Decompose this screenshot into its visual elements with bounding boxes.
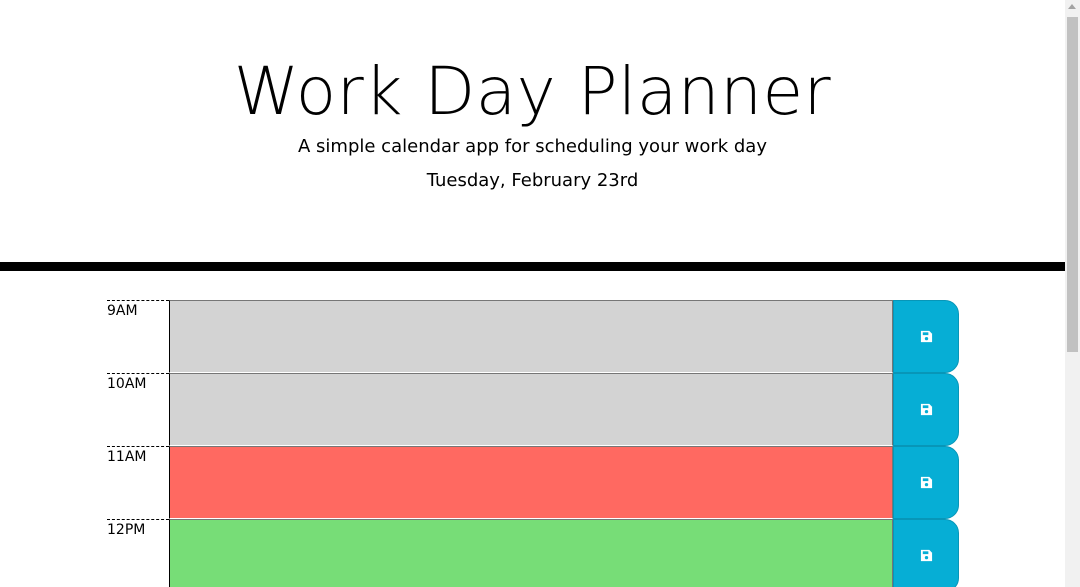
time-block-list: 9AM 10AM 11AM 12PM <box>107 300 959 587</box>
time-block-12pm: 12PM <box>107 519 959 587</box>
vertical-scrollbar[interactable] <box>1065 0 1080 587</box>
current-day: Tuesday, February 23rd <box>426 170 639 191</box>
hour-label: 12PM <box>107 519 169 587</box>
save-button[interactable] <box>893 446 959 519</box>
header: Work Day Planner A simple calendar app f… <box>0 0 1065 262</box>
page-title: Work Day Planner <box>233 53 832 130</box>
planner-page: Work Day Planner A simple calendar app f… <box>0 0 1065 587</box>
event-description-input[interactable] <box>169 373 893 446</box>
time-block-10am: 10AM <box>107 373 959 446</box>
save-icon <box>920 549 932 562</box>
scrollbar-thumb[interactable] <box>1067 17 1078 352</box>
hour-label: 11AM <box>107 446 169 519</box>
time-block-9am: 9AM <box>107 300 959 373</box>
hour-label: 10AM <box>107 373 169 446</box>
time-block-11am: 11AM <box>107 446 959 519</box>
save-button[interactable] <box>893 373 959 446</box>
scroll-up-arrow-icon[interactable] <box>1068 4 1076 9</box>
event-description-input[interactable] <box>169 519 893 587</box>
hour-label: 9AM <box>107 300 169 373</box>
event-description-input[interactable] <box>169 446 893 519</box>
event-description-input[interactable] <box>169 300 893 373</box>
save-icon <box>920 330 932 343</box>
save-button[interactable] <box>893 519 959 587</box>
page-subtitle: A simple calendar app for scheduling you… <box>298 136 767 157</box>
save-icon <box>920 403 932 416</box>
save-button[interactable] <box>893 300 959 373</box>
save-icon <box>920 476 932 489</box>
header-divider <box>0 262 1065 271</box>
